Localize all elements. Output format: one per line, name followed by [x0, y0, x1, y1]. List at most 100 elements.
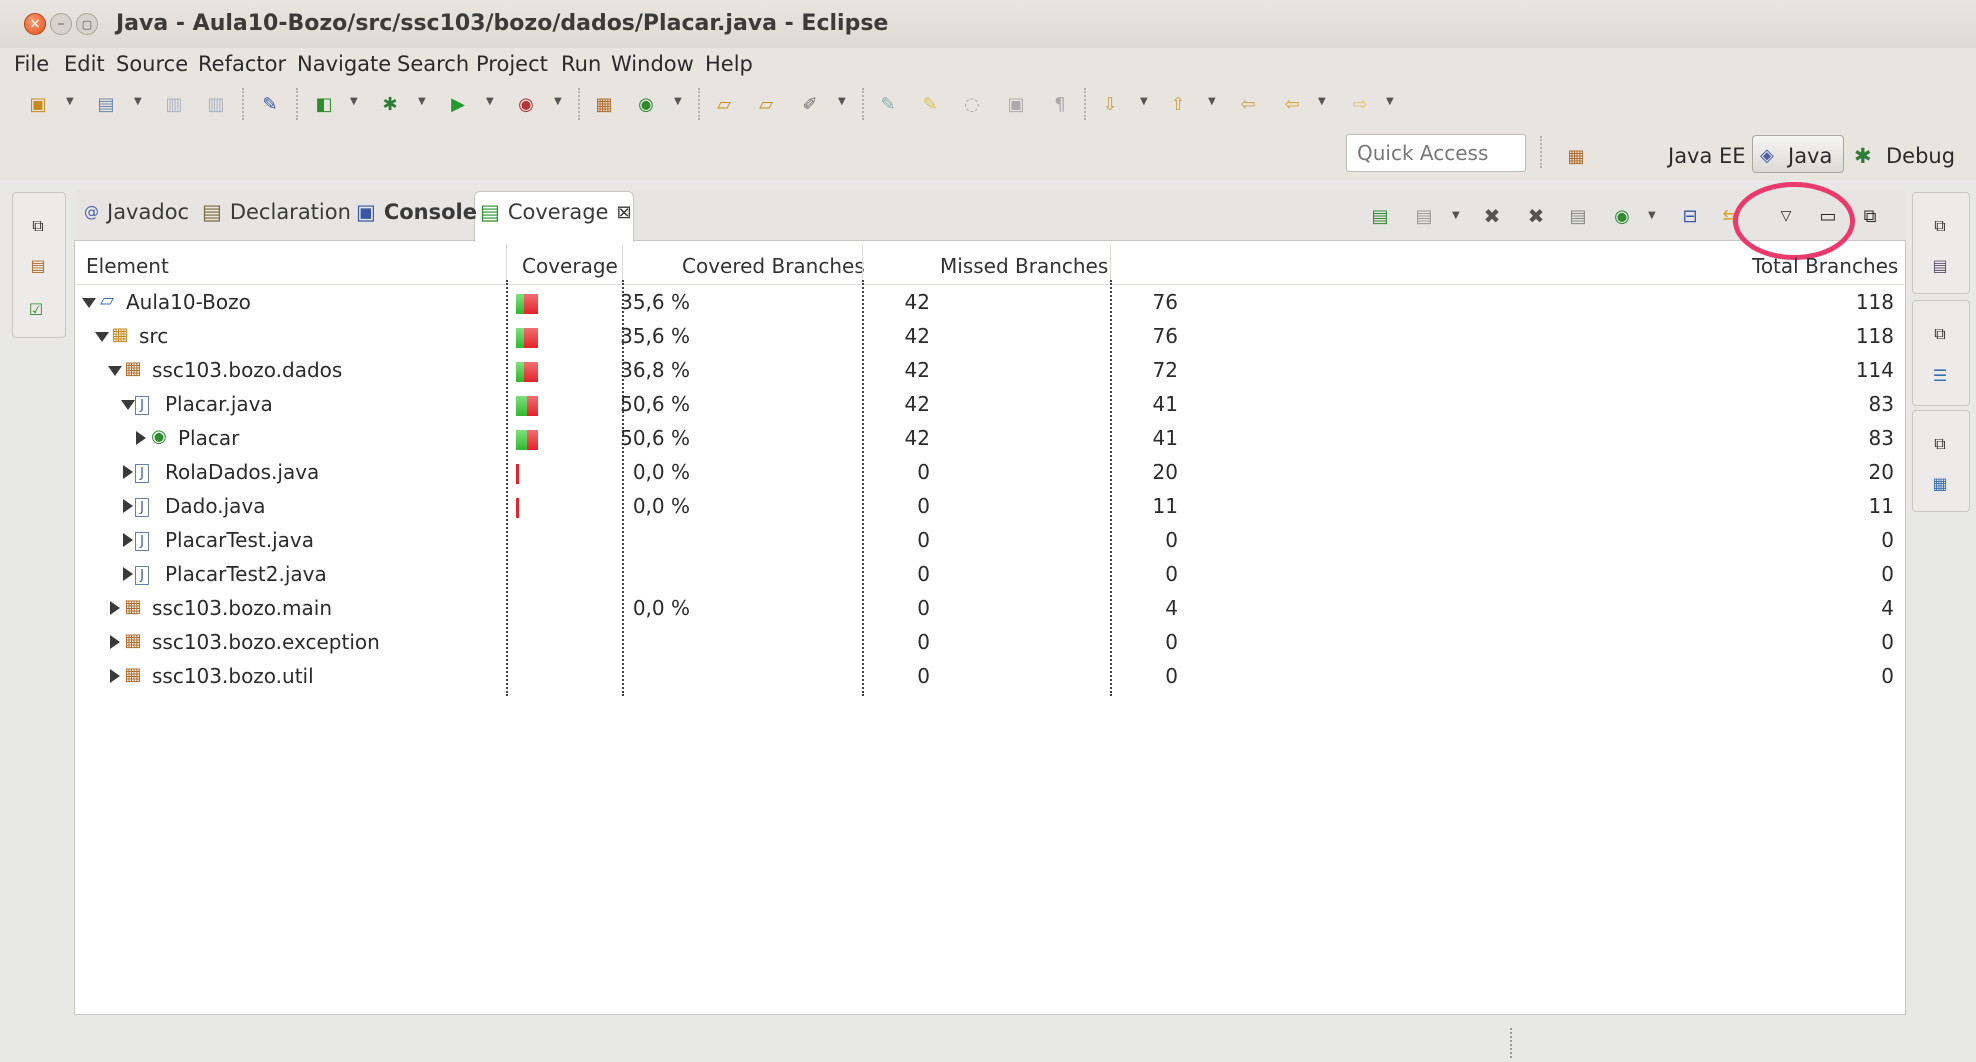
back-button[interactable]: ⇦	[1278, 90, 1306, 118]
column-header-missed-branches[interactable]: Missed Branches	[940, 254, 1108, 278]
tab-javadoc[interactable]: @ Javadoc	[84, 200, 189, 224]
previous-annotation-dropdown-icon[interactable]: ▼	[1208, 96, 1216, 107]
column-header-element[interactable]: Element	[86, 254, 169, 278]
open-dropdown-icon[interactable]: ▼	[134, 96, 142, 107]
save-button[interactable]: ▥	[160, 90, 188, 118]
external-tools-button[interactable]: ◉	[512, 90, 540, 118]
expanded-arrow-icon[interactable]	[82, 298, 96, 308]
run-button[interactable]: ▶	[444, 90, 472, 118]
relaunch-button[interactable]: ▤	[1366, 202, 1394, 230]
table-row[interactable]: J RolaDados.java 0,0 % 0 20 20	[76, 456, 1904, 490]
open-perspective-button[interactable]: ▦	[1562, 142, 1590, 170]
toggle-annotation-button[interactable]: ✎	[874, 90, 902, 118]
menu-edit[interactable]: Edit	[64, 52, 105, 76]
dump-dropdown-icon[interactable]: ▼	[1452, 210, 1460, 221]
menu-search[interactable]: Search	[397, 52, 469, 76]
close-tab-icon[interactable]: ⊠	[616, 202, 631, 223]
search-button[interactable]: ✐	[796, 90, 824, 118]
table-row[interactable]: J PlacarTest2.java 0 0 0	[76, 558, 1904, 592]
search-dropdown-icon[interactable]: ▼	[838, 96, 846, 107]
collapsed-arrow-icon[interactable]	[123, 499, 133, 513]
table-row[interactable]: J PlacarTest.java 0 0 0	[76, 524, 1904, 558]
save-all-button[interactable]: ▥	[202, 90, 230, 118]
open-type-button[interactable]: ▤	[92, 90, 120, 118]
new-class-dropdown-icon[interactable]: ▼	[674, 96, 682, 107]
tab-declaration[interactable]: ▤ Declaration	[202, 200, 351, 224]
merge-sessions-button[interactable]: ▤	[1564, 202, 1592, 230]
palette-icon[interactable]: ▦	[1930, 474, 1950, 493]
remove-session-button[interactable]: ✖	[1478, 202, 1506, 230]
task-list-icon[interactable]: ▤	[1930, 256, 1950, 275]
collapsed-arrow-icon[interactable]	[123, 533, 133, 547]
remove-all-sessions-button[interactable]: ✖	[1522, 202, 1550, 230]
table-row[interactable]: J Dado.java 0,0 % 0 11 11	[76, 490, 1904, 524]
collapsed-arrow-icon[interactable]	[110, 601, 120, 615]
restore-icon[interactable]: ⧉	[1930, 216, 1950, 236]
show-whitespace-button[interactable]: ▣	[1002, 90, 1030, 118]
table-row[interactable]: ▦ ssc103.bozo.util 0 0 0	[76, 660, 1904, 694]
hierarchy-icon[interactable]: ▤	[28, 256, 48, 275]
collapsed-arrow-icon[interactable]	[136, 431, 146, 445]
minimize-window-button[interactable]: –	[50, 13, 72, 35]
menu-window[interactable]: Window	[611, 52, 694, 76]
column-header-coverage[interactable]: Coverage	[522, 254, 618, 278]
column-header-total-branches[interactable]: Total Branches	[1752, 254, 1898, 278]
pilcrow-button[interactable]: ¶	[1046, 90, 1074, 118]
table-row[interactable]: ◉ Placar 50,6 % 42 41 83	[76, 422, 1904, 456]
table-row[interactable]: ▦ ssc103.bozo.dados 36,8 % 42 72 114	[76, 354, 1904, 388]
expanded-arrow-icon[interactable]	[95, 332, 109, 342]
open-type-button-2[interactable]: ▱	[710, 90, 738, 118]
mark-occurrences-button[interactable]: ✎	[916, 90, 944, 118]
select-session-button[interactable]: ◉	[1608, 202, 1636, 230]
column-header-covered-branches[interactable]: Covered Branches	[682, 254, 865, 278]
session-dropdown-icon[interactable]: ▼	[1648, 210, 1656, 221]
tab-console[interactable]: ▣ Console	[356, 200, 477, 224]
collapse-all-button[interactable]: ⊟	[1676, 202, 1704, 230]
expanded-arrow-icon[interactable]	[121, 400, 135, 410]
new-class-button[interactable]: ◉	[632, 90, 660, 118]
table-row[interactable]: ▦ src 35,6 % 42 76 118	[76, 320, 1904, 354]
debug-button[interactable]: ✱	[376, 90, 404, 118]
run-dropdown-icon[interactable]: ▼	[486, 96, 494, 107]
table-row[interactable]: J Placar.java 50,6 % 42 41 83	[76, 388, 1904, 422]
close-window-button[interactable]: ×	[24, 13, 46, 35]
collapsed-arrow-icon[interactable]	[110, 669, 120, 683]
next-annotation-dropdown-icon[interactable]: ▼	[1140, 96, 1148, 107]
menu-run[interactable]: Run	[561, 52, 601, 76]
menu-help[interactable]: Help	[705, 52, 753, 76]
new-dropdown-icon[interactable]: ▼	[66, 96, 74, 107]
coverage-run-button[interactable]: ◧	[310, 90, 338, 118]
tab-coverage[interactable]: ▤ Coverage ⊠	[480, 200, 632, 224]
collapsed-arrow-icon[interactable]	[123, 567, 133, 581]
skip-breakpoints-button[interactable]: ✎	[256, 90, 284, 118]
last-edit-button[interactable]: ⇦	[1234, 90, 1262, 118]
perspective-debug[interactable]: Debug	[1886, 144, 1955, 168]
menu-navigate[interactable]: Navigate	[297, 52, 391, 76]
perspective-java-ee[interactable]: Java EE	[1668, 144, 1746, 168]
maximize-view-button[interactable]: ⧉	[1856, 202, 1884, 230]
new-package-button[interactable]: ▦	[590, 90, 618, 118]
debug-dropdown-icon[interactable]: ▼	[418, 96, 426, 107]
restore-icon[interactable]: ⧉	[1930, 324, 1950, 344]
maximize-window-button[interactable]: ▢	[76, 13, 98, 35]
forward-dropdown-icon[interactable]: ▼	[1386, 96, 1394, 107]
table-row[interactable]: ▦ ssc103.bozo.exception 0 0 0	[76, 626, 1904, 660]
expanded-arrow-icon[interactable]	[108, 366, 122, 376]
block-selection-button[interactable]: ◌	[958, 90, 986, 118]
outline-icon[interactable]: ☰	[1930, 366, 1950, 385]
restore-icon[interactable]: ⧉	[1930, 434, 1950, 454]
collapsed-arrow-icon[interactable]	[110, 635, 120, 649]
open-resource-button[interactable]: ▱	[752, 90, 780, 118]
dump-execution-data-button[interactable]: ▤	[1410, 202, 1438, 230]
forward-button[interactable]: ⇨	[1346, 90, 1374, 118]
junit-icon[interactable]: ☑	[26, 300, 46, 319]
collapsed-arrow-icon[interactable]	[123, 465, 133, 479]
menu-project[interactable]: Project	[476, 52, 548, 76]
menu-file[interactable]: File	[14, 52, 49, 76]
menu-source[interactable]: Source	[116, 52, 188, 76]
new-button[interactable]: ▣	[24, 90, 52, 118]
table-row[interactable]: ▱ Aula10-Bozo 35,6 % 42 76 118	[76, 286, 1904, 320]
restore-icon[interactable]: ⧉	[28, 216, 48, 236]
next-annotation-button[interactable]: ⇩	[1096, 90, 1124, 118]
quick-access-input[interactable]: Quick Access	[1346, 134, 1526, 172]
